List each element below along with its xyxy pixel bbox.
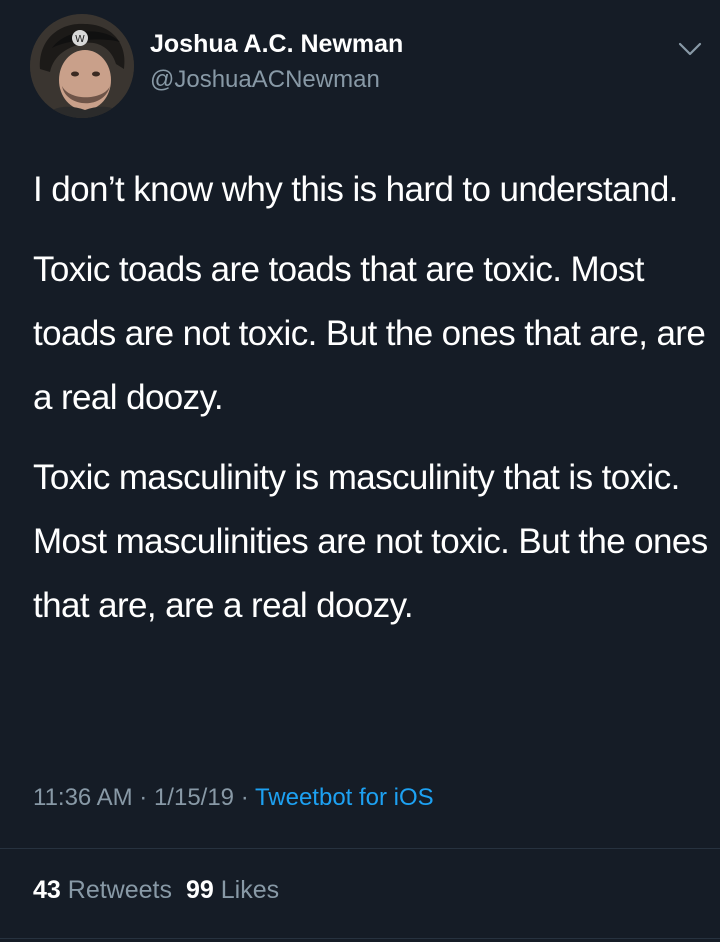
retweets-stat[interactable]: 43 Retweets — [33, 876, 172, 904]
likes-stat[interactable]: 99 Likes — [186, 876, 279, 904]
retweets-count: 43 — [33, 876, 61, 904]
author-name[interactable]: Joshua A.C. Newman — [150, 30, 403, 59]
svg-text:W: W — [75, 34, 85, 45]
likes-label: Likes — [220, 876, 280, 904]
divider — [0, 938, 720, 939]
tweet-source-link[interactable]: Tweetbot for iOS — [255, 784, 434, 811]
chevron-down-icon[interactable] — [676, 40, 704, 60]
likes-count: 99 — [185, 876, 214, 904]
tweet-card: W Joshua A.C. Newman @JoshuaACNewman I d… — [0, 0, 720, 942]
meta-separator: · — [132, 784, 154, 811]
retweets-label: Retweets — [67, 876, 172, 904]
tweet-paragraph: Toxic masculinity is masculinity that is… — [33, 458, 708, 625]
avatar[interactable]: W — [30, 14, 134, 118]
tweet-paragraph: I don’t know why this is hard to underst… — [33, 170, 678, 209]
tweet-date[interactable]: 1/15/19 — [154, 784, 234, 811]
author-handle[interactable]: @JoshuaACNewman — [150, 66, 380, 94]
tweet-text: I don’t know why this is hard to underst… — [33, 158, 713, 654]
meta-separator: · — [234, 784, 255, 811]
tweet-time[interactable]: 11:36 AM — [33, 784, 133, 811]
divider — [0, 848, 720, 849]
tweet-stats: 43 Retweets 99 Likes — [33, 876, 279, 905]
tweet-paragraph: Toxic toads are toads that are toxic. Mo… — [33, 250, 706, 417]
tweet-meta: 11:36 AM · 1/15/19 · Tweetbot for iOS — [33, 784, 434, 812]
